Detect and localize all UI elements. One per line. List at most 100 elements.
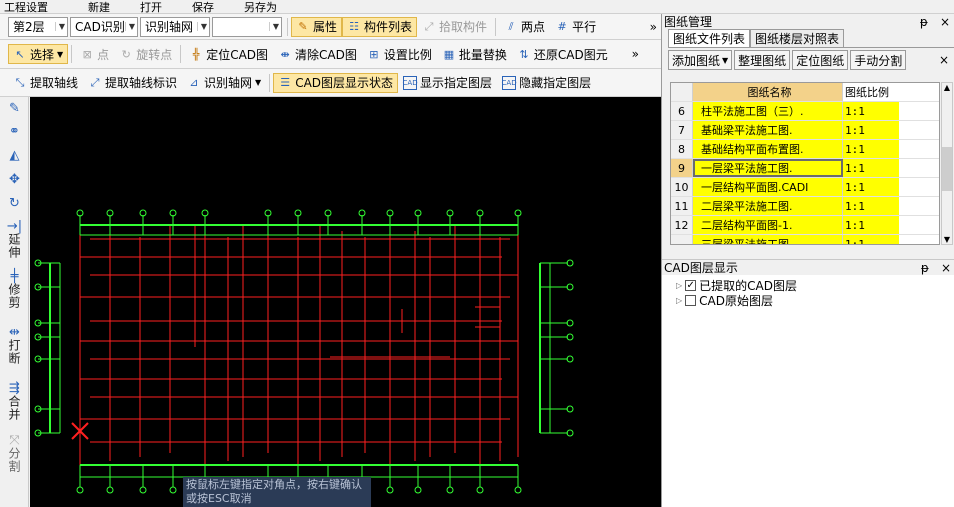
- row-number[interactable]: 8: [671, 140, 693, 158]
- table-row[interactable]: 7 基础梁平法施工图. 1:1: [671, 121, 939, 140]
- attribute-label: 属性: [313, 20, 338, 34]
- table-scrollbar[interactable]: ▲ ▼: [941, 82, 953, 245]
- set-scale-button[interactable]: ⊞ 设置比例: [362, 44, 437, 64]
- cad-drawing-canvas[interactable]: [30, 97, 661, 507]
- recognize-grid-button[interactable]: ⊿ 识别轴网 ▼: [182, 73, 266, 93]
- table-row[interactable]: 6 柱平法施工图（三）. 1:1: [671, 102, 939, 121]
- expand-icon[interactable]: ▷: [676, 296, 682, 305]
- mirror-tool[interactable]: ◭: [0, 143, 29, 167]
- rotate-point-button[interactable]: ↻ 旋转点: [114, 44, 177, 64]
- show-layer-button[interactable]: CAD 显示指定图层: [398, 73, 497, 93]
- expand-icon[interactable]: ▷: [676, 281, 682, 290]
- drawing-name-cell[interactable]: 一层梁平法施工图.: [693, 159, 843, 177]
- drawing-scale-cell[interactable]: 1:1: [843, 121, 899, 139]
- locate-cad-button[interactable]: ╬ 定位CAD图: [184, 44, 273, 64]
- close-icon[interactable]: ×: [941, 261, 951, 275]
- checkbox-extracted[interactable]: ✓: [685, 280, 697, 291]
- split-tool[interactable]: ⤧ 分割: [0, 427, 29, 479]
- drawing-scale-cell[interactable]: 1:1: [843, 159, 899, 177]
- chevron-down-icon: ▼: [124, 22, 135, 31]
- overflow-icon[interactable]: »: [632, 47, 639, 61]
- scroll-thumb[interactable]: [942, 147, 952, 191]
- tree-node-original-layers[interactable]: ▷ CAD原始图层: [662, 293, 954, 308]
- offset-tool[interactable]: ⚭: [0, 119, 29, 143]
- table-row[interactable]: 三层梁平法施工图 1:1: [671, 235, 939, 244]
- close-icon[interactable]: ×: [936, 50, 952, 70]
- table-row[interactable]: 12 二层结构平面图-1. 1:1: [671, 216, 939, 235]
- menu-item[interactable]: 打开: [140, 0, 162, 14]
- attribute-button[interactable]: ✎ 属性: [291, 16, 343, 37]
- brush-tool[interactable]: ✎: [0, 97, 29, 119]
- component-list-button[interactable]: ☷ 构件列表: [342, 16, 418, 37]
- checkbox-original[interactable]: [685, 295, 697, 306]
- add-drawing-button[interactable]: 添加图纸 ▼: [668, 50, 733, 70]
- trim-tool[interactable]: ╪ 修剪: [0, 263, 29, 315]
- drawing-scale-cell[interactable]: 1:1: [843, 197, 899, 215]
- parallel-button[interactable]: # 平行: [550, 17, 601, 37]
- pick-component-button[interactable]: ⤢ 拾取构件: [417, 17, 492, 37]
- mode-select[interactable]: CAD识别 ▼: [70, 16, 138, 37]
- tab-floor-map[interactable]: 图纸楼层对照表: [750, 29, 845, 47]
- two-points-button[interactable]: ⫽ 两点: [499, 17, 550, 37]
- locate-drawing-button[interactable]: 定位图纸: [792, 50, 849, 70]
- merge-tool[interactable]: ⇶ 合并: [0, 375, 29, 427]
- menu-item[interactable]: 另存为: [244, 0, 277, 14]
- row-number[interactable]: 7: [671, 121, 693, 139]
- drawing-scale-cell[interactable]: 1:1: [843, 216, 899, 234]
- drawing-name-cell[interactable]: 三层梁平法施工图: [693, 235, 843, 244]
- rotate-tool[interactable]: ↻: [0, 191, 29, 215]
- hide-layer-button[interactable]: CAD 隐藏指定图层: [497, 73, 596, 93]
- break-tool[interactable]: ⇹ 打断: [0, 315, 29, 375]
- drawing-scale-cell[interactable]: 1:1: [843, 178, 899, 196]
- row-number[interactable]: 9: [671, 159, 693, 177]
- axis-bubble: [139, 486, 147, 494]
- restore-cad-button[interactable]: ⇅ 还原CAD图元: [512, 44, 613, 64]
- layer-state-button[interactable]: ☰ CAD图层显示状态: [273, 72, 399, 93]
- table-row[interactable]: 11 二层梁平法施工图. 1:1: [671, 197, 939, 216]
- row-number[interactable]: 10: [671, 178, 693, 196]
- point-button[interactable]: ⊠ 点: [75, 44, 114, 64]
- menu-item[interactable]: 保存: [192, 0, 214, 14]
- floor-select[interactable]: 第2层 ▼: [8, 16, 68, 37]
- drawing-name-cell[interactable]: 二层梁平法施工图.: [693, 197, 843, 215]
- row-number[interactable]: 6: [671, 102, 693, 120]
- table-row[interactable]: 10 一层结构平面图.CADI 1:1: [671, 178, 939, 197]
- column-header-name[interactable]: 图纸名称: [693, 83, 843, 101]
- drawing-name-cell[interactable]: 基础梁平法施工图.: [693, 121, 843, 139]
- pin-icon[interactable]: ᵽ: [920, 15, 928, 29]
- drawing-scale-cell[interactable]: 1:1: [843, 102, 899, 120]
- row-number[interactable]: 11: [671, 197, 693, 215]
- clear-cad-button[interactable]: ⇼ 清除CAD图: [273, 44, 362, 64]
- overflow-icon[interactable]: »: [650, 20, 657, 34]
- extract-axis-label-button[interactable]: ⤢ 提取轴线标识: [83, 73, 182, 93]
- pin-icon[interactable]: ᵽ: [921, 261, 929, 275]
- column-header-scale[interactable]: 图纸比例: [843, 83, 899, 101]
- select-button[interactable]: ↖ 选择 ▼: [8, 44, 69, 64]
- drawing-name-cell[interactable]: 二层结构平面图-1.: [693, 216, 843, 234]
- cad-icon: CAD: [502, 75, 517, 90]
- drawing-name-cell[interactable]: 一层结构平面图.CADI: [693, 178, 843, 196]
- drawing-scale-cell[interactable]: 1:1: [843, 140, 899, 158]
- row-number[interactable]: 12: [671, 216, 693, 234]
- menu-item[interactable]: 新建: [88, 0, 110, 14]
- table-row[interactable]: 8 基础结构平面布置图. 1:1: [671, 140, 939, 159]
- extract-axis-button[interactable]: ⤡ 提取轴线: [8, 73, 83, 93]
- drawing-scale-cell[interactable]: 1:1: [843, 235, 899, 244]
- extend-tool[interactable]: →| 延伸: [0, 215, 29, 263]
- chevron-down-icon[interactable]: ▼: [942, 235, 952, 244]
- drawing-name-cell[interactable]: 柱平法施工图（三）.: [693, 102, 843, 120]
- manual-split-button[interactable]: 手动分割: [850, 50, 907, 70]
- chevron-up-icon[interactable]: ▲: [942, 83, 952, 95]
- tree-node-extracted-layers[interactable]: ▷ ✓ 已提取的CAD图层: [662, 278, 954, 293]
- batch-replace-button[interactable]: ▦ 批量替换: [437, 44, 512, 64]
- move-tool[interactable]: ✥: [0, 167, 29, 191]
- tab-file-list[interactable]: 图纸文件列表: [668, 29, 751, 47]
- menu-item[interactable]: 工程设置: [4, 0, 48, 14]
- component-select[interactable]: ▼: [212, 16, 282, 37]
- table-row[interactable]: 9 一层梁平法施工图. 1:1: [671, 159, 939, 178]
- drawing-name-cell[interactable]: 基础结构平面布置图.: [693, 140, 843, 158]
- organize-drawing-button[interactable]: 整理图纸: [734, 50, 791, 70]
- close-icon[interactable]: ×: [940, 15, 950, 29]
- row-number[interactable]: [671, 235, 693, 244]
- submode-select[interactable]: 识别轴网 ▼: [140, 16, 210, 37]
